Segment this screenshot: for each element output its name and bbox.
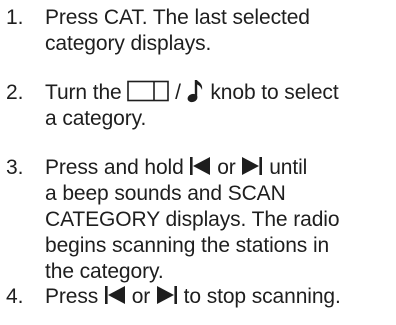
seek-forward-icon bbox=[241, 156, 263, 176]
step-text-line: a category. bbox=[45, 107, 147, 130]
step-text-line: CATEGORY displays. The radio bbox=[45, 208, 340, 231]
step-text: Turn the bbox=[45, 81, 122, 104]
seek-forward-icon bbox=[156, 285, 178, 305]
step-text: Press bbox=[45, 285, 99, 308]
category-box-icon bbox=[127, 80, 170, 102]
step-text: to stop scanning. bbox=[183, 285, 341, 308]
seek-back-icon bbox=[189, 156, 211, 176]
step-text-line: Press CAT. The last selected bbox=[45, 6, 310, 29]
step-text-line: Press and hold or until bbox=[45, 155, 307, 181]
step-text: Press and hold bbox=[45, 156, 184, 179]
seek-back-icon bbox=[104, 285, 126, 305]
step-number: 1. bbox=[6, 6, 24, 29]
step-number: 2. bbox=[6, 81, 24, 104]
step-text-line: category displays. bbox=[45, 32, 212, 55]
step-text: or bbox=[131, 285, 151, 308]
step-text-line: a beep sounds and SCAN bbox=[45, 182, 286, 205]
step-number: 4. bbox=[6, 285, 24, 308]
step-text-line: Press or to stop scanning. bbox=[45, 284, 341, 310]
step-text: or bbox=[217, 156, 236, 179]
step-text-line: begins scanning the stations in bbox=[45, 234, 330, 257]
music-note-icon bbox=[187, 78, 205, 104]
step-text-line: Turn the / knob to select bbox=[45, 80, 339, 106]
step-number: 3. bbox=[6, 156, 24, 179]
step-text-line: the category. bbox=[45, 260, 164, 283]
step-text: knob to select bbox=[210, 81, 339, 104]
step-text: / bbox=[175, 81, 181, 104]
step-text: until bbox=[269, 156, 308, 179]
